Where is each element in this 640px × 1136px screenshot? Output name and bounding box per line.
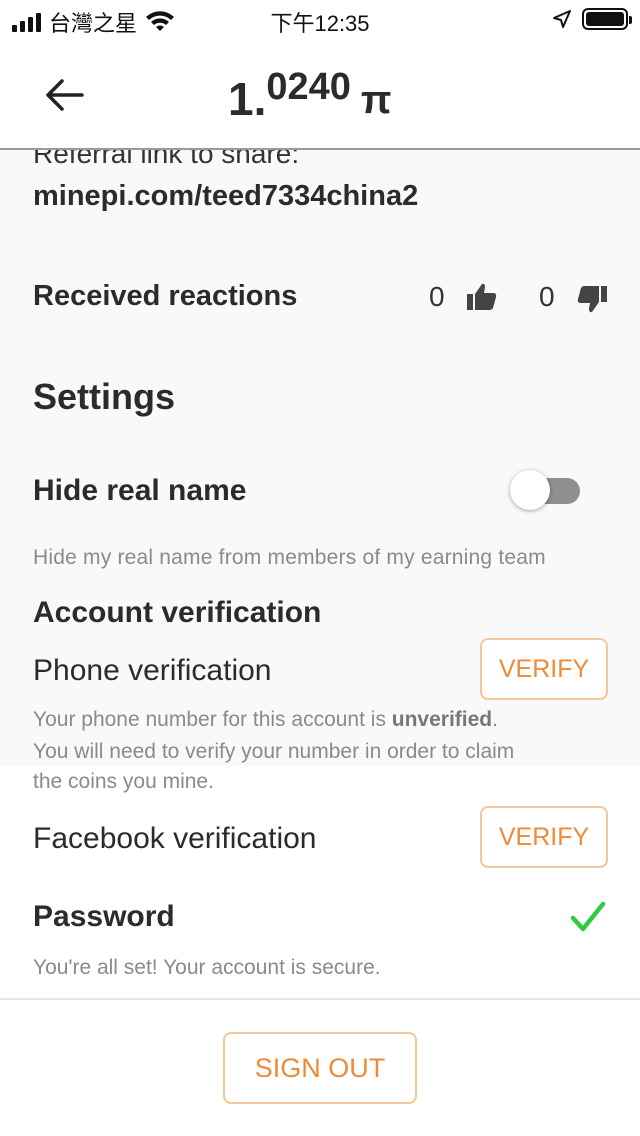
status-bar: 台灣之星 下午12:35 — [0, 0, 640, 40]
status-bar-right — [552, 8, 632, 30]
phone-desc-prefix: Your phone number for this account is — [33, 708, 392, 731]
phone-status-unverified: unverified — [391, 708, 493, 731]
toggle-knob — [510, 470, 550, 510]
hide-real-name-title: Hide real name — [33, 474, 247, 507]
hide-real-name-description: Hide my real name from members of my ear… — [33, 546, 546, 569]
referral-label: Referral link to share: — [33, 150, 300, 169]
facebook-verify-button[interactable]: VERIFY — [480, 806, 608, 868]
profile-content[interactable]: Referral link to share: minepi.com/teed7… — [0, 150, 640, 766]
footer-divider — [0, 998, 640, 1000]
back-arrow-icon[interactable] — [44, 78, 84, 112]
thumbs-up-icon — [467, 283, 497, 310]
location-arrow-icon — [553, 10, 571, 28]
balance-decimal: 0240 — [266, 66, 351, 108]
phone-desc-line2: You will need to verify your number in o… — [33, 740, 515, 763]
settings-heading: Settings — [33, 376, 176, 417]
received-reactions-title: Received reactions — [33, 280, 298, 312]
sign-out-button[interactable]: SIGN OUT — [223, 1032, 417, 1104]
thumbs-down-icon — [577, 286, 607, 313]
hide-real-name-toggle[interactable] — [510, 470, 582, 510]
balance-integer: 1. — [228, 73, 267, 125]
pi-symbol: π — [360, 78, 392, 122]
thumbs-up-count: 0 — [429, 281, 445, 312]
password-description: You're all set! Your account is secure. — [33, 956, 381, 979]
battery-icon — [582, 8, 632, 30]
password-title: Password — [33, 900, 175, 933]
status-bar-time: 下午12:35 — [270, 11, 370, 36]
phone-desc-suffix: . — [492, 708, 498, 731]
checkmark-icon — [570, 901, 606, 932]
phone-verification-description: Your phone number for this account is un… — [33, 704, 613, 766]
thumbs-down-count: 0 — [539, 281, 555, 312]
lower-section: the coins you mine. Facebook verificatio… — [0, 766, 640, 1136]
app-header: 1. 0240 π — [0, 40, 640, 150]
referral-link[interactable]: minepi.com/teed7334china2 — [33, 180, 418, 213]
phone-verification-label: Phone verification — [33, 654, 272, 687]
phone-desc-line3: the coins you mine. — [33, 770, 214, 793]
account-verification-heading: Account verification — [33, 596, 322, 629]
phone-verify-button[interactable]: VERIFY — [480, 638, 608, 700]
facebook-verification-label: Facebook verification — [33, 822, 317, 855]
pi-balance: 1. 0240 π — [228, 66, 392, 126]
